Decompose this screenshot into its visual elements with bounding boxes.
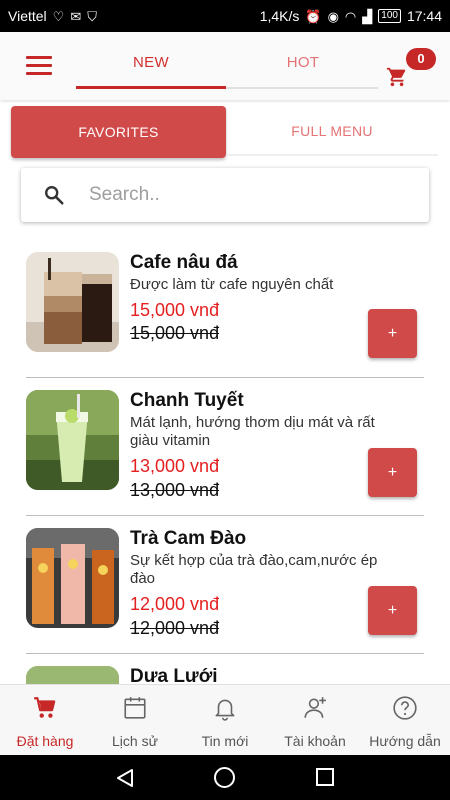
product-old-price: 12,000 vnđ — [130, 618, 220, 638]
product-image-dua-luoi — [26, 666, 119, 684]
home-icon[interactable] — [214, 767, 235, 788]
bottom-navigation: Đặt hàng Lịch sử Tin mới Tài khoản Hướng… — [0, 684, 450, 755]
tab-indicator — [76, 86, 226, 89]
carrier-label: Viettel — [8, 8, 47, 24]
product-description: Mát lạnh, hướng thơm dịu mát và rất giàu… — [130, 414, 375, 449]
product-name: Cafe nâu đá — [130, 252, 238, 273]
add-user-icon — [304, 697, 326, 718]
product-description: Được làm từ cafe nguyên chất — [130, 276, 334, 293]
product-image-cafe — [26, 252, 119, 352]
back-icon[interactable] — [114, 767, 136, 789]
alarm-icon: ⏰ — [305, 8, 322, 24]
eye-icon: ◉ — [327, 8, 339, 24]
nav-tai-khoan[interactable]: Tài khoản — [270, 685, 360, 755]
product-image-tra-cam-dao — [26, 528, 119, 628]
cart-icon — [34, 697, 56, 718]
product-old-price: 13,000 vnđ — [130, 480, 220, 500]
notification-icon: ✉ — [70, 8, 82, 24]
cart-count-badge: 0 — [406, 48, 436, 70]
nav-label: Đặt hàng — [16, 733, 74, 749]
tab-hot[interactable]: HOT — [228, 54, 378, 71]
search-bar — [21, 168, 429, 222]
product-name: Chanh Tuyết — [130, 390, 244, 411]
list-item[interactable]: Chanh Tuyết Mát lạnh, hướng thơm dịu mát… — [0, 378, 450, 516]
nav-label: Tin mới — [201, 733, 249, 749]
status-bar: Viettel ♡ ✉ ⛉ 1,4K/s ⏰ ◉ ◠ ▟ 100 17:44 — [0, 0, 450, 32]
full-menu-button[interactable]: FULL MENU — [226, 106, 438, 156]
clock: 17:44 — [406, 8, 442, 24]
product-price: 13,000 vnđ — [130, 456, 220, 476]
shield-icon: ⛉ — [87, 8, 97, 24]
search-input[interactable] — [89, 178, 409, 212]
product-price: 15,000 vnđ — [130, 300, 220, 320]
nav-label: Lịch sử — [112, 733, 158, 749]
nav-label: Tài khoản — [284, 733, 346, 749]
nav-dat-hang[interactable]: Đặt hàng — [0, 685, 90, 755]
product-list: Cafe nâu đá Được làm từ cafe nguyên chất… — [0, 240, 450, 684]
product-image-chanh-tuyet — [26, 390, 119, 490]
add-to-cart-button[interactable]: + — [368, 586, 417, 635]
app-bar: NEW HOT — [0, 32, 450, 100]
product-name: Trà Cam Đào — [130, 528, 247, 549]
calendar-icon — [124, 697, 146, 719]
nav-huong-dan[interactable]: Hướng dẫn — [360, 685, 450, 755]
nav-tin-moi[interactable]: Tin mới — [180, 685, 270, 755]
nav-lich-su[interactable]: Lịch sử — [90, 685, 180, 755]
recent-apps-icon[interactable] — [316, 768, 334, 786]
signal-icon: ▟ — [362, 8, 373, 24]
list-item[interactable]: Trà Cam Đào Sự kết hợp của trà đào,cam,n… — [0, 516, 450, 654]
list-item[interactable]: Dưa Lưới — [0, 654, 450, 684]
product-name: Dưa Lưới — [130, 666, 218, 684]
network-speed: 1,4K/s — [259, 8, 300, 24]
bell-icon — [215, 699, 235, 721]
add-to-cart-button[interactable]: + — [368, 309, 417, 358]
add-to-cart-button[interactable]: + — [368, 448, 417, 497]
product-description: Sự kết hợp của trà đào,cam,nước ép đào — [130, 552, 378, 587]
search-icon[interactable] — [43, 184, 65, 206]
nav-label: Hướng dẫn — [369, 733, 441, 749]
product-old-price: 15,000 vnđ — [130, 323, 220, 343]
system-nav-bar — [0, 755, 450, 800]
battery-icon: 100 — [378, 9, 401, 23]
cart-icon[interactable] — [386, 66, 408, 88]
list-item[interactable]: Cafe nâu đá Được làm từ cafe nguyên chất… — [0, 240, 450, 378]
wifi-icon: ◠ — [344, 8, 357, 24]
tab-new[interactable]: NEW — [76, 54, 226, 71]
heart-rate-icon: ♡ — [52, 8, 65, 24]
menu-icon[interactable] — [26, 56, 52, 76]
help-icon — [393, 696, 417, 720]
favorites-button[interactable]: FAVORITES — [11, 106, 226, 158]
product-price: 12,000 vnđ — [130, 594, 220, 614]
